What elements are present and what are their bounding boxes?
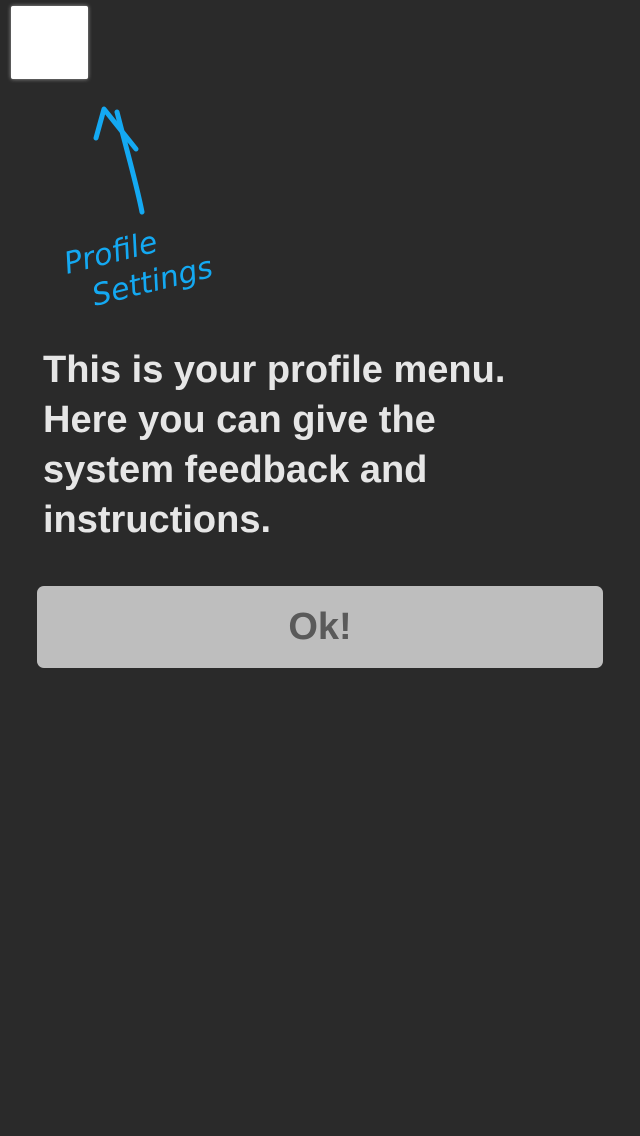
arrow-up-icon xyxy=(93,106,145,215)
profile-menu-hint: This is your profile menu. Here you can … xyxy=(43,349,506,541)
ok-button[interactable]: Ok! xyxy=(37,586,603,668)
profile-button[interactable] xyxy=(11,6,88,79)
profile-settings-annotation: Profile Settings xyxy=(60,106,216,314)
